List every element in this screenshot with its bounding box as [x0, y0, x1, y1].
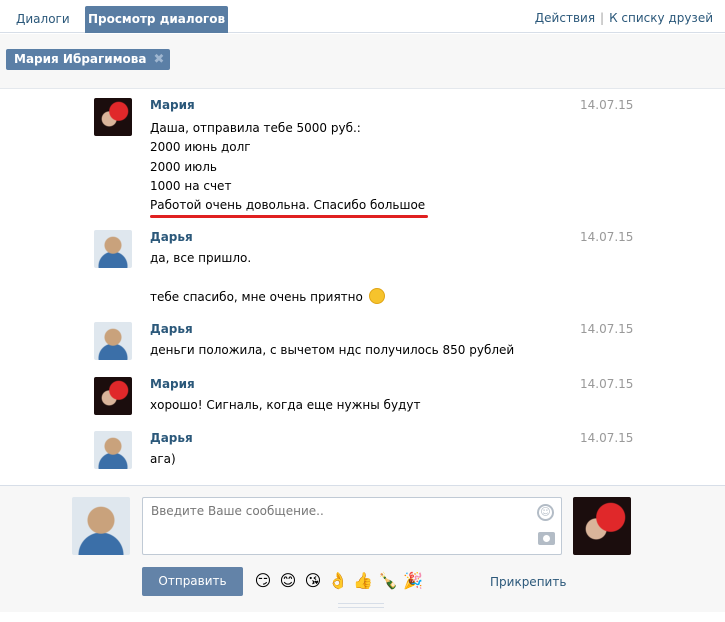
- smile-icon[interactable]: ☺: [537, 504, 554, 521]
- avatar[interactable]: [94, 431, 132, 469]
- resize-grip[interactable]: [338, 603, 384, 608]
- to-friends-link[interactable]: К списку друзей: [609, 11, 713, 25]
- smirk-emoji-icon[interactable]: 😏: [253, 571, 273, 591]
- message-text: тебе спасибо, мне очень приятно: [150, 288, 385, 304]
- message-date: 14.07.15: [580, 230, 634, 244]
- message-date: 14.07.15: [580, 431, 634, 445]
- filter-chip[interactable]: Мария Ибрагимова ✖: [6, 49, 171, 70]
- message-author[interactable]: Дарья: [150, 431, 193, 445]
- avatar[interactable]: [94, 377, 132, 415]
- filter-chip-label: Мария Ибрагимова: [14, 52, 147, 66]
- message-text-part: тебе спасибо, мне очень приятно: [150, 290, 363, 304]
- message-item: Мария 14.07.15 Даша, отправила тебе 5000…: [94, 98, 654, 222]
- avatar[interactable]: [94, 322, 132, 360]
- tab-dialogs[interactable]: Диалоги: [4, 6, 82, 33]
- message-text: деньги положила, с вычетом ндс получилос…: [150, 343, 515, 357]
- close-icon[interactable]: ✖: [154, 49, 165, 70]
- message-input-placeholder: Введите Ваше сообщение..: [151, 504, 324, 518]
- message-text: 2000 июль: [150, 160, 217, 174]
- message-text: 1000 на счет: [150, 179, 232, 193]
- attach-link[interactable]: Прикрепить: [490, 575, 566, 589]
- message-item: Мария 14.07.15 хорошо! Сигналь, когда ещ…: [94, 377, 654, 417]
- message-item: Дарья 14.07.15 деньги положила, с вычето…: [94, 322, 654, 362]
- message-date: 14.07.15: [580, 377, 634, 391]
- message-author[interactable]: Мария: [150, 377, 195, 391]
- message-text: Работой очень довольна. Спасибо большое: [150, 198, 426, 212]
- message-date: 14.07.15: [580, 98, 634, 112]
- message-item: Дарья 14.07.15 да, все пришло. тебе спас…: [94, 230, 654, 310]
- ok-hand-emoji-icon[interactable]: 👌: [328, 571, 348, 591]
- message-text: 2000 июнь долг: [150, 140, 251, 154]
- smile-emoji-icon: [368, 288, 385, 304]
- message-author[interactable]: Дарья: [150, 230, 193, 244]
- message-author[interactable]: Мария: [150, 98, 195, 112]
- message-text: Даша, отправила тебе 5000 руб.:: [150, 121, 361, 135]
- peer-avatar[interactable]: [573, 497, 631, 555]
- my-avatar[interactable]: [72, 497, 130, 555]
- top-links: Действия | К списку друзей: [535, 11, 713, 25]
- message-text: ага): [150, 452, 176, 466]
- message-composer: Введите Ваше сообщение.. ☺ Отправить 😏 😊…: [0, 485, 725, 612]
- message-text: да, все пришло.: [150, 251, 252, 265]
- kiss-emoji-icon[interactable]: 😘: [303, 571, 323, 591]
- filter-bar: Мария Ибрагимова ✖: [0, 34, 725, 89]
- message-item: Дарья 14.07.15 ага): [94, 431, 654, 471]
- thumbs-up-emoji-icon[interactable]: 👍: [353, 571, 373, 591]
- tab-view-dialogs[interactable]: Просмотр диалогов: [85, 6, 228, 33]
- avatar[interactable]: [94, 230, 132, 268]
- red-underline-mark: [150, 215, 428, 218]
- message-author[interactable]: Дарья: [150, 322, 193, 336]
- champagne-emoji-icon[interactable]: 🍾: [378, 571, 398, 591]
- send-button[interactable]: Отправить: [142, 567, 243, 596]
- actions-link[interactable]: Действия: [535, 11, 595, 25]
- links-separator: |: [600, 11, 605, 25]
- message-date: 14.07.15: [580, 322, 634, 336]
- avatar[interactable]: [94, 98, 132, 136]
- quick-emoji-bar: 😏 😊 😘 👌 👍 🍾 🎉: [253, 571, 423, 591]
- party-popper-emoji-icon[interactable]: 🎉: [403, 571, 423, 591]
- top-tab-bar: Диалоги Просмотр диалогов Действия | К спи…: [0, 0, 725, 33]
- message-list: Мария 14.07.15 Даша, отправила тебе 5000…: [0, 90, 725, 484]
- camera-icon[interactable]: [538, 532, 555, 545]
- smile-emoji-icon[interactable]: 😊: [278, 571, 298, 591]
- message-text: хорошо! Сигналь, когда еще нужны будут: [150, 398, 421, 412]
- message-input[interactable]: Введите Ваше сообщение..: [142, 497, 562, 555]
